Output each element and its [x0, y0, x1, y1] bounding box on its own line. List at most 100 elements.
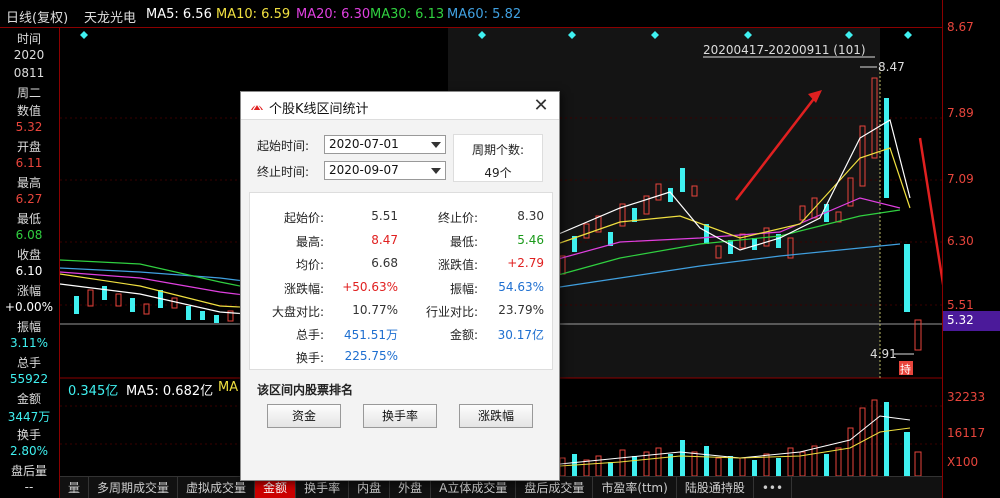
- price-tick: 5.51: [947, 298, 974, 312]
- period-mode[interactable]: 日线(复权): [6, 7, 68, 26]
- total-label: 总手: [16, 356, 41, 370]
- avg-price-label: 均价:: [295, 258, 324, 272]
- candles-left: [74, 286, 234, 323]
- total-value: 55922: [9, 372, 49, 386]
- date-value: 0811: [13, 66, 45, 80]
- period-count-value: 49个: [484, 166, 512, 180]
- total-volume-label: 总手:: [295, 328, 324, 342]
- rank-change-button[interactable]: 涨跌幅: [459, 404, 533, 428]
- start-price-label: 起始价:: [283, 211, 324, 225]
- start-price-value: 5.51: [371, 209, 398, 223]
- period-count-label: 周期个数:: [471, 143, 525, 157]
- volume-amount: 0.345亿: [68, 384, 119, 399]
- price-tick: 8.67: [947, 20, 974, 34]
- high-label: 最高: [16, 176, 41, 190]
- tab-pe-ttm[interactable]: 市盈率(ttm): [593, 477, 677, 498]
- price-tick: 6.30: [947, 234, 974, 248]
- after-label: 盘后量: [10, 464, 47, 478]
- turnover-label: 换手: [16, 428, 41, 442]
- market-compare-value: 10.77%: [352, 303, 398, 317]
- interval-stats-dialog: 个股K线区间统计 ✕ 起始时间: 2020-07-01 终止时间: 2020-0…: [240, 91, 560, 481]
- diamond-icon[interactable]: [904, 31, 912, 39]
- stock-name: 天龙光电: [84, 11, 137, 26]
- volume-ma5-line: [559, 415, 911, 465]
- turnover-value: 2.80%: [9, 444, 49, 458]
- ma5-label: MA5: 6.56: [146, 7, 212, 22]
- stats-panel: 起始价: 5.51 终止价: 8.30 最高: 8.47 最低: 5.46 均价…: [249, 192, 553, 370]
- end-price-label: 终止价:: [437, 211, 478, 225]
- turnover-label: 换手:: [295, 351, 324, 365]
- dialog-title: 个股K线区间统计: [269, 102, 369, 117]
- total-volume-value: 451.51万: [344, 328, 398, 342]
- year-value: 2020: [13, 48, 45, 62]
- turnover-value: 225.75%: [344, 349, 398, 363]
- low-value: 5.46: [517, 233, 544, 247]
- market-compare-label: 大盘对比:: [271, 305, 324, 319]
- change-value: +0.00%: [4, 300, 54, 314]
- range-label[interactable]: 20200417-20200911 (101): [703, 43, 866, 57]
- change-pct-value: +50.63%: [342, 280, 398, 294]
- tab-multi-period-volume[interactable]: 多周期成交量: [89, 477, 179, 498]
- change-pct-label: 涨跌幅:: [283, 282, 324, 296]
- amount-value: 3447万: [7, 410, 51, 424]
- amplitude-value: 54.63%: [498, 280, 544, 294]
- volume-tick: 32233: [947, 390, 986, 404]
- price-axis: 8.67 7.89 7.09 6.30 5.51 5.32 32233 1611…: [942, 0, 1000, 498]
- hold-tag-label: 持: [900, 362, 911, 376]
- count-value: 5.32: [15, 120, 43, 134]
- start-time-select[interactable]: 2020-07-01: [324, 135, 446, 154]
- volume-ma10: MA: [218, 380, 239, 395]
- amp-label: 振幅: [16, 320, 41, 334]
- industry-compare-label: 行业对比:: [425, 305, 478, 319]
- change-value-value: +2.79: [507, 256, 544, 270]
- time-label: 时间: [16, 32, 41, 46]
- high-label: 最高:: [295, 235, 324, 249]
- amplitude-label: 振幅:: [449, 282, 478, 296]
- total-amount-label: 金额:: [449, 328, 478, 342]
- info-column: 时间 2020 0811 周二 数值 5.32 开盘 6.11 最高 6.27 …: [0, 28, 60, 498]
- change-value-label: 涨跌值:: [437, 258, 478, 272]
- open-value: 6.11: [15, 156, 43, 170]
- tab-hk-connect[interactable]: 陆股通持股: [677, 477, 754, 498]
- ma60-label: MA60: 5.82: [447, 7, 522, 22]
- avg-price-value: 6.68: [371, 256, 398, 270]
- high-marker: 8.47: [878, 60, 905, 74]
- high-value: 6.27: [15, 192, 43, 206]
- total-amount-value: 30.17亿: [497, 328, 544, 342]
- tab-volume[interactable]: 量: [60, 477, 90, 498]
- count-label: 数值: [16, 104, 41, 118]
- tab-more[interactable]: •••: [754, 477, 793, 498]
- close-label: 收盘: [16, 248, 41, 262]
- low-label: 最低:: [449, 235, 478, 249]
- low-marker: 4.91: [870, 347, 897, 361]
- close-value: 6.10: [15, 264, 43, 278]
- start-time-value: 2020-07-01: [329, 137, 399, 151]
- industry-compare-value: 23.79%: [498, 303, 544, 317]
- current-price-badge: 5.32: [943, 311, 1000, 331]
- after-value: --: [24, 480, 34, 494]
- end-price-value: 8.30: [517, 209, 544, 223]
- price-tick: 7.89: [947, 106, 974, 120]
- end-time-value: 2020-09-07: [329, 163, 399, 177]
- close-icon[interactable]: ✕: [531, 95, 551, 116]
- ma10-label: MA10: 6.59: [216, 7, 291, 22]
- end-time-label: 终止时间:: [257, 165, 310, 179]
- dialog-titlebar[interactable]: 个股K线区间统计 ✕: [241, 92, 559, 120]
- open-label: 开盘: [16, 140, 41, 154]
- chevron-down-icon: [431, 168, 441, 174]
- price-tick: 7.09: [947, 172, 974, 186]
- high-value: 8.47: [371, 233, 398, 247]
- chevron-down-icon: [431, 142, 441, 148]
- rank-fund-button[interactable]: 资金: [267, 404, 341, 428]
- low-label: 最低: [16, 212, 41, 226]
- end-time-select[interactable]: 2020-09-07: [324, 161, 446, 180]
- start-time-label: 起始时间:: [257, 139, 310, 153]
- rank-turnover-button[interactable]: 换手率: [363, 404, 437, 428]
- diamond-icon[interactable]: [80, 31, 88, 39]
- volume-bars: [559, 399, 922, 477]
- low-value: 6.08: [15, 228, 43, 242]
- ma20-label: MA20: 6.30: [296, 7, 371, 22]
- amp-value: 3.11%: [9, 336, 49, 350]
- weekday-value: 周二: [16, 86, 41, 100]
- volume-ma5: MA5: 0.682亿: [126, 384, 214, 399]
